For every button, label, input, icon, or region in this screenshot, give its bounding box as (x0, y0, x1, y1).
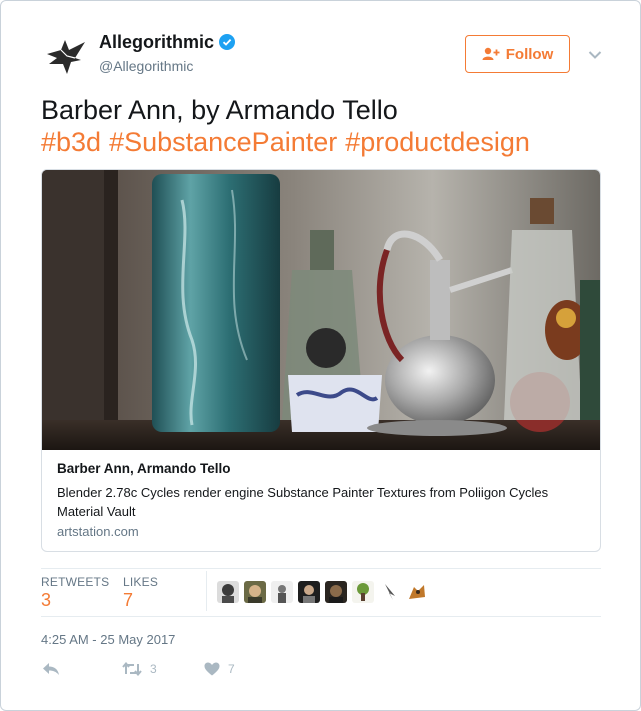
liked-by-avatar[interactable] (271, 581, 293, 603)
timestamp[interactable]: 4:25 AM - 25 May 2017 (41, 632, 175, 647)
liked-by-avatar[interactable] (325, 581, 347, 603)
liked-by-avatar[interactable] (244, 581, 266, 603)
avatar[interactable] (41, 34, 89, 82)
divider (206, 571, 207, 611)
account-name-text[interactable]: Allegorithmic (99, 32, 214, 52)
card-image[interactable] (42, 170, 600, 450)
card-description: Blender 2.78c Cycles render engine Subst… (57, 485, 549, 519)
liked-by-avatar[interactable] (406, 581, 428, 603)
retweets-label[interactable]: RETWEETS (41, 575, 109, 589)
retweets-count[interactable]: 3 (41, 590, 51, 611)
account-handle[interactable]: @Allegorithmic (99, 58, 193, 74)
hashtag-link[interactable]: #SubstancePainter (109, 127, 337, 157)
tweet-embed: Allegorithmic @Allegorithmic Follow Barb… (0, 0, 641, 711)
heart-icon (204, 662, 220, 676)
liked-by-avatar[interactable] (379, 581, 401, 603)
like-count: 7 (228, 662, 235, 676)
hashtag-link[interactable]: #b3d (41, 127, 101, 157)
card-title[interactable]: Barber Ann, Armando Tello (57, 461, 231, 476)
follow-button[interactable]: Follow (465, 35, 570, 73)
liked-by-avatar[interactable] (352, 581, 374, 603)
liked-by-avatar[interactable] (217, 581, 239, 603)
retweet-count: 3 (150, 662, 157, 676)
add-user-icon (482, 47, 500, 60)
reply-button[interactable] (42, 662, 60, 676)
likes-label[interactable]: LIKES (123, 575, 158, 589)
link-card[interactable]: Barber Ann, Armando Tello Blender 2.78c … (41, 169, 601, 552)
account-name[interactable]: Allegorithmic (99, 32, 236, 53)
bird-logo-icon (47, 40, 85, 74)
reply-icon (43, 663, 59, 675)
divider (41, 568, 601, 569)
hashtag-link[interactable]: #productdesign (345, 127, 530, 157)
verified-badge-icon (219, 34, 236, 50)
likes-count[interactable]: 7 (123, 590, 133, 611)
like-button[interactable]: 7 (204, 662, 235, 676)
liked-by-avatar[interactable] (298, 581, 320, 603)
follow-button-label: Follow (505, 45, 554, 63)
liked-by-avatars (217, 581, 428, 603)
retweet-icon (122, 662, 142, 676)
divider (41, 616, 601, 617)
hashtags: #b3d #SubstancePainter #productdesign (41, 126, 601, 159)
retweet-button[interactable]: 3 (122, 662, 157, 676)
chevron-down-icon[interactable] (588, 47, 602, 59)
card-domain: artstation.com (57, 524, 139, 539)
tweet-text: Barber Ann, by Armando Tello (41, 95, 398, 125)
